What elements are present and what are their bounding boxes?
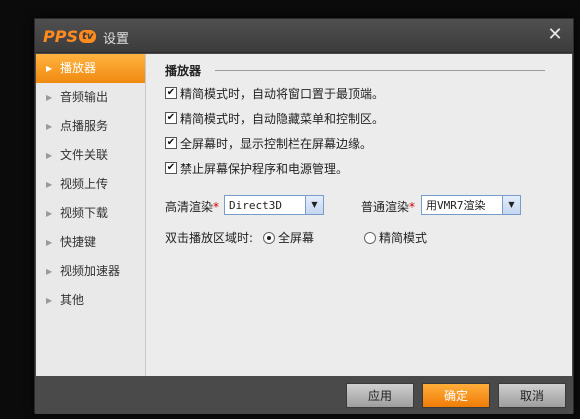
radio-fullscreen[interactable]: 全屏幕 <box>263 229 314 246</box>
option-label: 精简模式时，自动隐藏菜单和控制区。 <box>180 111 385 126</box>
hd-render-label: 高清渲染* <box>165 198 219 215</box>
normal-render-select[interactable]: 用VMR7渲染 ▼ <box>421 195 521 215</box>
option-controlbar-fullscreen[interactable]: ✔ 全屏幕时，显示控制栏在屏幕边缘。 <box>165 135 372 151</box>
required-mark: * <box>213 200 220 214</box>
sidebar-item-label: 视频加速器 <box>60 264 121 278</box>
dialog-footer: 应用 确定 取消 <box>35 376 573 414</box>
sidebar-item-hotkeys[interactable]: ▶ 快捷键 <box>36 228 145 257</box>
sidebar-item-label: 快捷键 <box>60 235 97 249</box>
sidebar-item-label: 视频下载 <box>60 206 109 220</box>
arrow-right-icon: ▶ <box>46 64 53 73</box>
radio-unselected-icon[interactable] <box>364 231 376 244</box>
close-button[interactable]: ✕ <box>543 23 567 47</box>
option-label: 禁止屏幕保护程序和电源管理。 <box>180 161 349 176</box>
arrow-right-icon: ▶ <box>46 296 53 305</box>
section-divider <box>215 70 545 71</box>
radio-mini-mode[interactable]: 精简模式 <box>364 229 427 246</box>
sidebar: ▶ 播放器 ▶ 音频输出 ▶ 点播服务 ▶ 文件关联 ▶ 视频上传 ▶ 视频下载 <box>36 54 146 376</box>
checkbox-checked-icon[interactable]: ✔ <box>165 137 177 149</box>
hd-render-value: Direct3D <box>229 198 282 212</box>
arrow-right-icon: ▶ <box>46 93 53 102</box>
option-label: 精简模式时，自动将窗口置于最顶端。 <box>180 86 385 101</box>
hd-render-select[interactable]: Direct3D ▼ <box>224 195 324 215</box>
normal-render-value: 用VMR7渲染 <box>426 199 486 212</box>
sidebar-item-label: 音频输出 <box>60 90 109 104</box>
option-disable-screensaver[interactable]: ✔ 禁止屏幕保护程序和电源管理。 <box>165 160 348 176</box>
radio-label: 全屏幕 <box>278 231 315 245</box>
ok-button[interactable]: 确定 <box>422 383 490 408</box>
sidebar-item-label: 文件关联 <box>60 148 109 162</box>
normal-render-label: 普通渲染* <box>361 198 415 215</box>
arrow-right-icon: ▶ <box>46 180 53 189</box>
settings-content: ▶ 播放器 ▶ 音频输出 ▶ 点播服务 ▶ 文件关联 ▶ 视频上传 ▶ 视频下载 <box>36 54 572 376</box>
hd-render-label-text: 高清渲染 <box>165 200 214 214</box>
sidebar-item-audio-output[interactable]: ▶ 音频输出 <box>36 83 145 112</box>
checkbox-checked-icon[interactable]: ✔ <box>165 87 177 99</box>
option-hide-menu-in-mini-mode[interactable]: ✔ 精简模式时，自动隐藏菜单和控制区。 <box>165 110 384 126</box>
chevron-down-icon[interactable]: ▼ <box>305 196 323 214</box>
sidebar-item-video-download[interactable]: ▶ 视频下载 <box>36 199 145 228</box>
sidebar-item-label: 播放器 <box>60 61 97 75</box>
logo-text: PPS <box>43 26 78 46</box>
sidebar-item-other[interactable]: ▶ 其他 <box>36 286 145 315</box>
radio-label: 精简模式 <box>379 231 428 245</box>
arrow-right-icon: ▶ <box>46 267 53 276</box>
double-click-label: 双击播放区域时: <box>165 231 254 245</box>
pps-logo: PPS tv <box>43 26 97 46</box>
sidebar-item-video-accelerator[interactable]: ▶ 视频加速器 <box>36 257 145 286</box>
checkbox-checked-icon[interactable]: ✔ <box>165 162 177 174</box>
arrow-right-icon: ▶ <box>46 209 53 218</box>
option-label: 全屏幕时，显示控制栏在屏幕边缘。 <box>180 136 373 151</box>
sidebar-item-label: 点播服务 <box>60 119 109 133</box>
chevron-down-icon[interactable]: ▼ <box>502 196 520 214</box>
arrow-right-icon: ▶ <box>46 151 53 160</box>
radio-selected-icon[interactable] <box>263 231 275 244</box>
sidebar-item-label: 视频上传 <box>60 177 109 191</box>
close-icon: ✕ <box>547 24 563 45</box>
player-settings-panel: 播放器 ✔ 精简模式时，自动将窗口置于最顶端。 ✔ 精简模式时，自动隐藏菜单和控… <box>147 54 572 376</box>
apply-button[interactable]: 应用 <box>346 383 414 408</box>
cancel-button[interactable]: 取消 <box>498 383 566 408</box>
sidebar-item-player[interactable]: ▶ 播放器 <box>36 54 145 83</box>
logo-badge: tv <box>78 29 97 43</box>
normal-render-label-text: 普通渲染 <box>361 200 410 214</box>
checkbox-checked-icon[interactable]: ✔ <box>165 112 177 124</box>
sidebar-item-label: 其他 <box>60 293 85 307</box>
required-mark: * <box>409 200 416 214</box>
sidebar-item-video-upload[interactable]: ▶ 视频上传 <box>36 170 145 199</box>
window-title: 设置 <box>103 32 130 47</box>
section-title: 播放器 <box>165 64 202 78</box>
option-topmost-in-mini-mode[interactable]: ✔ 精简模式时，自动将窗口置于最顶端。 <box>165 85 384 101</box>
sidebar-item-vod-service[interactable]: ▶ 点播服务 <box>36 112 145 141</box>
settings-dialog: PPS tv 设置 ✕ ▶ 播放器 ▶ 音频输出 ▶ 点播服务 ▶ 文件关联 ▶… <box>34 18 574 414</box>
arrow-right-icon: ▶ <box>46 238 53 247</box>
title-bar[interactable]: PPS tv 设置 ✕ <box>35 19 573 53</box>
arrow-right-icon: ▶ <box>46 122 53 131</box>
sidebar-item-file-association[interactable]: ▶ 文件关联 <box>36 141 145 170</box>
